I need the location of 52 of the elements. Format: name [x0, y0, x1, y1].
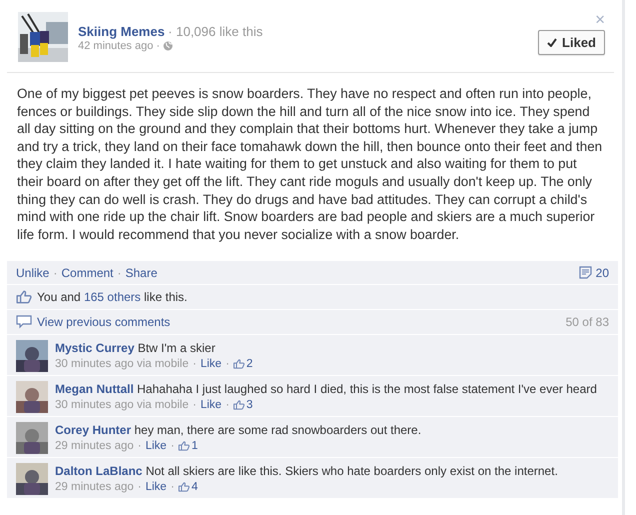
- comment-time: 29 minutes ago: [55, 480, 134, 496]
- others-link[interactable]: 165 others: [84, 290, 141, 304]
- separator-dot: ·: [170, 439, 174, 454]
- comment-text: Mystic Currey Btw I'm a skier: [55, 340, 216, 356]
- liked-button[interactable]: Liked: [538, 30, 605, 55]
- likes-summary: You and 165 others like this.: [37, 290, 188, 304]
- thumbs-up-icon: [178, 441, 190, 452]
- page-name-link[interactable]: Skiing Memes: [78, 24, 165, 39]
- comment-icon: [578, 266, 592, 280]
- view-previous-comments-link[interactable]: View previous comments: [37, 315, 170, 330]
- like-count: 2: [246, 357, 253, 372]
- comment-count-button[interactable]: 20: [578, 266, 609, 280]
- separator-dot: ·: [138, 439, 142, 454]
- thumbs-up-icon: [233, 359, 246, 370]
- speech-bubble-icon: [16, 315, 32, 330]
- comment-text: Corey Hunter hey man, there are some rad snowboarders out there.: [55, 422, 422, 438]
- comment-time: 30 minutes ago via mobile: [55, 398, 189, 414]
- action-link[interactable]: Share: [125, 266, 158, 280]
- like-link[interactable]: Like: [145, 479, 167, 496]
- like-count: 1: [191, 439, 198, 454]
- like-count: 3: [246, 398, 253, 414]
- thumbs-up-icon: [233, 400, 246, 410]
- post-time: 42 minutes ago ·: [78, 40, 160, 52]
- separator-dot: ·: [170, 480, 174, 496]
- commenter-name-link[interactable]: Dalton LaBlanc: [55, 464, 142, 478]
- action-link[interactable]: Comment: [61, 266, 114, 280]
- thumbs-up-icon: [16, 290, 32, 304]
- commenter-name-link[interactable]: Mystic Currey: [55, 341, 134, 356]
- comment-time: 29 minutes ago: [55, 439, 134, 454]
- post-text: One of my biggest pet peeves is snow boarders. They have no respect and often run into people, fences or buildings. They side slip down the hill and turn all of the nice snow into ice. They spend all day sitting on the ground and they complain that their bottoms hurt. Whenever they take a jump and try a trick, they land on their face tomahawk down the hill, then bounce onto their feet and then they claim they landed it. I hate waiting for them to get unstuck and also waiting for them to put their board on after they get off the lift. They cant ride moguls and usually don't keep up. The only thing they can do well is crash. They do drugs and have bad attitudes. They can corrupt a child's mind with one ride up the chair lift. Snow boarders are bad people and skiers are a much superior life form. I would recommend that you never socialize with a snow boarder.: [16, 85, 604, 244]
- comment-text: Megan Nuttall Hahahaha I just laughed so hard I died, this is the most false statement I've ever heard: [55, 381, 597, 398]
- separator-dot: ·: [117, 266, 122, 280]
- like-link[interactable]: Like: [200, 356, 222, 372]
- separator-dot: ·: [53, 266, 58, 280]
- action-link[interactable]: Unlike: [16, 266, 50, 280]
- comment-text: Dalton LaBlanc Not all skiers are like this. Skiers who hate boarders only exist on the internet.: [55, 463, 558, 480]
- separator-dot: ·: [226, 398, 230, 414]
- check-icon: [547, 38, 558, 47]
- separator-dot: ·: [226, 357, 230, 372]
- thumbs-up-icon: [178, 482, 190, 492]
- commenter-name-link[interactable]: Corey Hunter: [55, 423, 132, 438]
- globe-icon: [162, 41, 173, 51]
- separator-dot: ·: [138, 480, 142, 496]
- separator-dot: ·: [192, 398, 196, 414]
- comment-time: 30 minutes ago via mobile: [55, 357, 189, 372]
- separator-dot: ·: [192, 357, 196, 372]
- page-likes-count: · 10,096 like this: [168, 24, 263, 39]
- commenter-name-link[interactable]: Megan Nuttall: [55, 382, 134, 396]
- like-link[interactable]: Like: [145, 438, 167, 454]
- comment-position: 50 of 83: [566, 315, 609, 330]
- like-link[interactable]: Like: [200, 397, 222, 414]
- like-count: 4: [191, 480, 198, 496]
